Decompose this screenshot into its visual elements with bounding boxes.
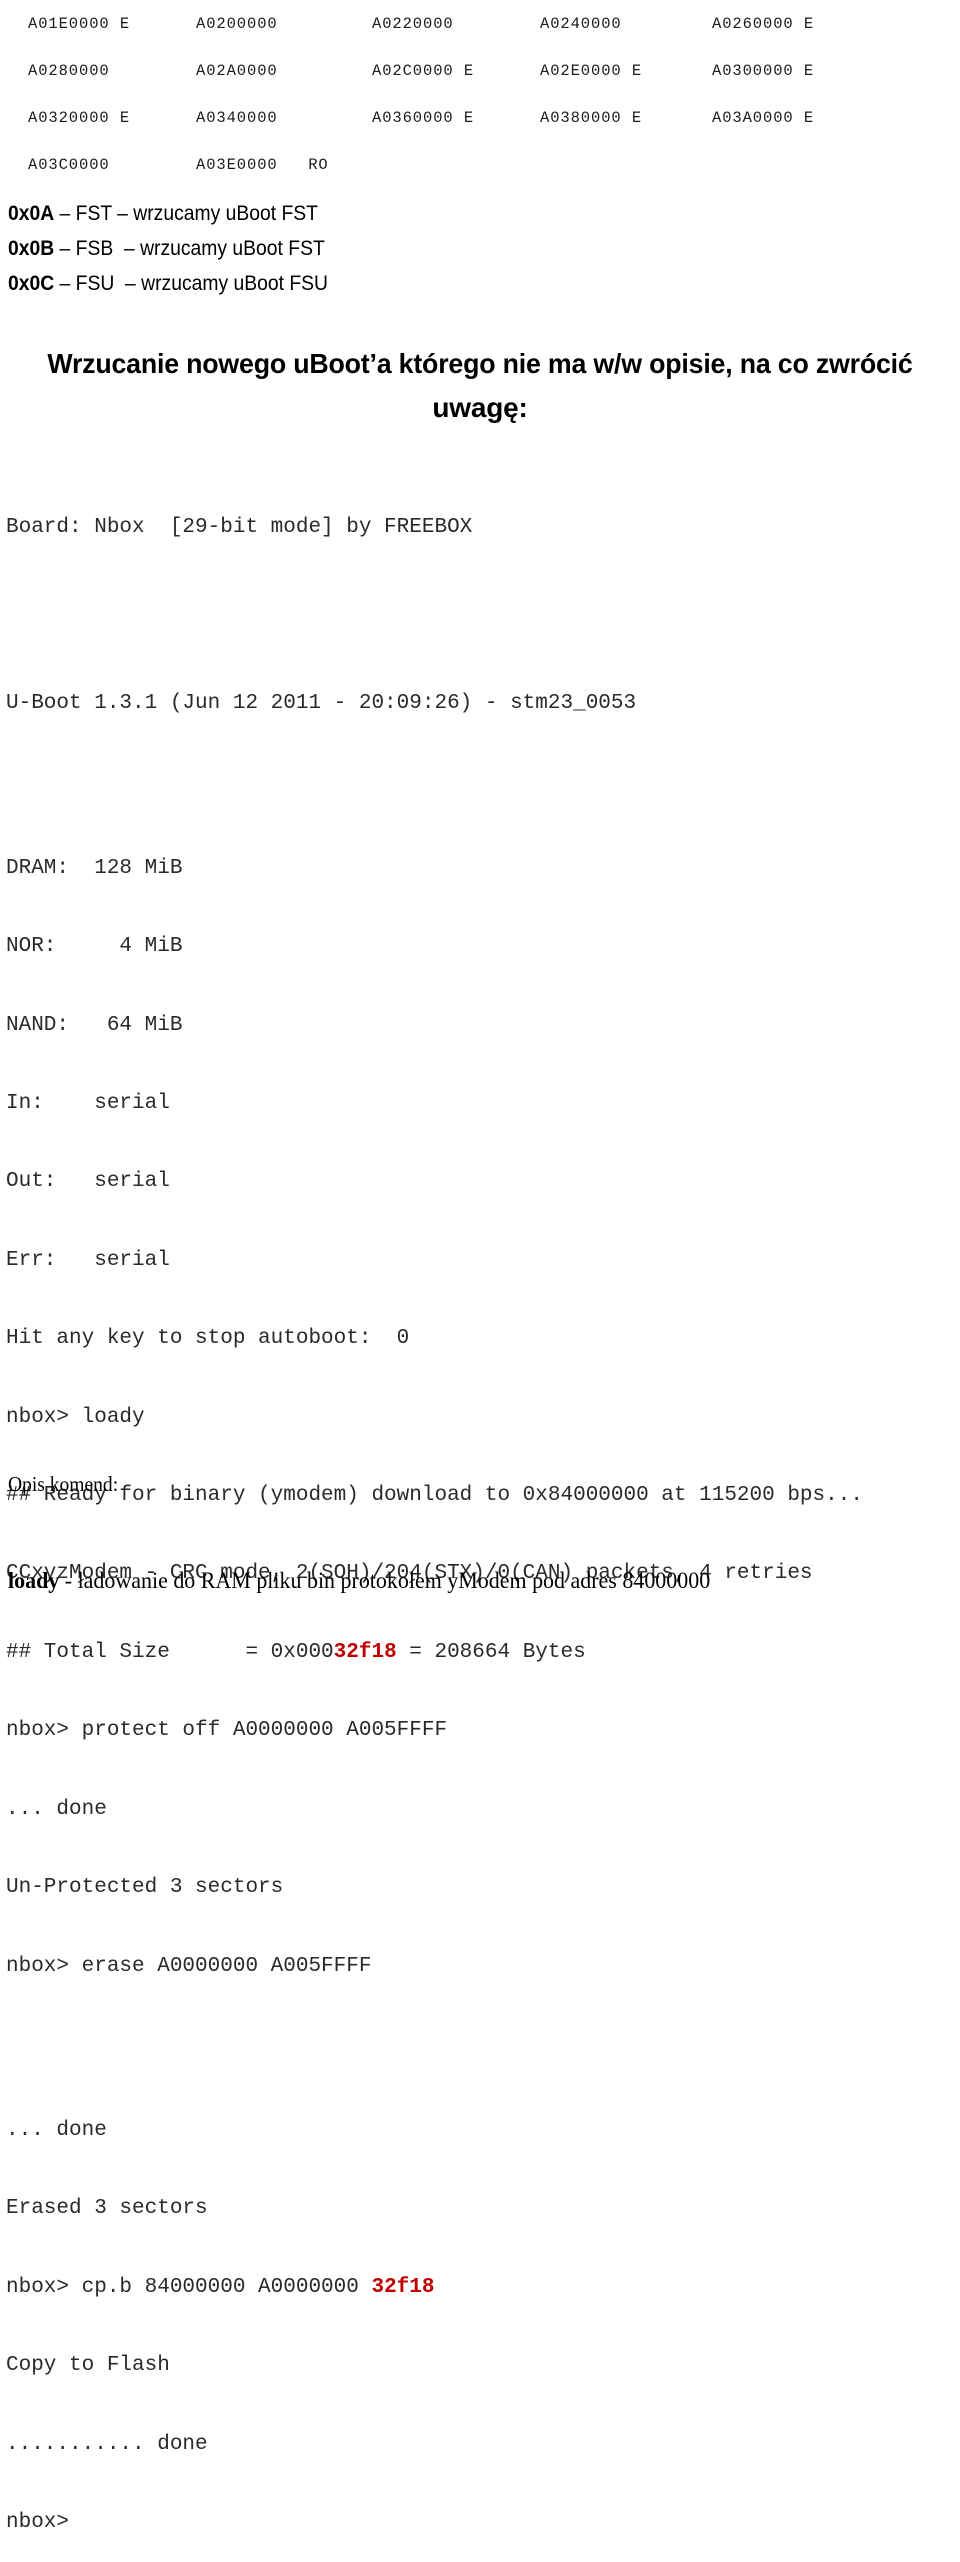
console-line-prompt: nbox> [6, 2510, 70, 2534]
address-cell: A0260000 E [712, 14, 815, 33]
console-line-cmd-erase: nbox> erase A0000000 A005FFFF [6, 1954, 372, 1978]
address-cell: A02C0000 E [372, 61, 475, 80]
console-line-done-2: ... done [6, 2118, 107, 2142]
total-size-highlight: 32f18 [333, 1640, 397, 1664]
command-name: loady [8, 1568, 60, 1593]
address-cell [372, 141, 540, 188]
table-row: A03C0000 A03E0000 RO [0, 141, 960, 188]
address-cell [712, 141, 960, 188]
console-spacer [6, 767, 954, 807]
cpb-size-highlight: 32f18 [371, 2275, 435, 2299]
page-title-line-1: Wrzucanie nowego uBoot’a którego nie ma … [47, 348, 913, 379]
memory-address-table-body: A01E0000 E A0200000 A0220000 A0240000 A0… [0, 0, 960, 188]
address-cell: A02A0000 [196, 61, 278, 80]
console-line-out: Out: serial [6, 1170, 170, 1194]
address-cell: A03C0000 [28, 155, 110, 174]
console-spacer [6, 590, 954, 642]
cpb-prefix: nbox> cp.b 84000000 A0000000 [6, 2275, 372, 2299]
address-cell: A0300000 E [712, 61, 815, 80]
boot-mode-desc: – FSB – wrzucamy uBoot FST [54, 237, 325, 260]
boot-mode-key: 0x0B [8, 237, 55, 260]
console-line-nand: NAND: 64 MiB [6, 1013, 183, 1037]
address-cell: A03A0000 E [712, 108, 815, 127]
command-description-loady: loady - ładowanie do RAM pliku bin proto… [8, 1568, 910, 1594]
notes-title: Opis komend: [8, 1472, 119, 1496]
boot-mode-desc: – FST – wrzucamy uBoot FST [54, 202, 318, 225]
console-line-cmd-loady: nbox> loady [6, 1405, 145, 1429]
console-spacer [6, 2029, 954, 2069]
list-item: 0x0A – FST – wrzucamy uBoot FST [8, 196, 560, 231]
address-cell: A0380000 E [540, 108, 643, 127]
boot-mode-list: 0x0A – FST – wrzucamy uBoot FST 0x0B – F… [8, 196, 608, 301]
console-line-done-3: ........... done [6, 2432, 208, 2456]
address-cell: A0360000 E [372, 108, 475, 127]
address-cell: A02E0000 E [540, 61, 643, 80]
address-cell: A0200000 [196, 14, 278, 33]
console-line-total-size: ## Total Size = 0x00032f18 = 208664 Byte… [6, 1637, 954, 1669]
console-line-copy-to-flash: Copy to Flash [6, 2354, 170, 2378]
total-size-prefix: ## Total Size = 0x000 [6, 1640, 334, 1664]
address-cell: A03E0000 RO [196, 155, 329, 174]
command-description-text: - ładowanie do RAM pliku bin protokołem … [59, 1568, 711, 1593]
page-title-line-2: uwagę: [432, 392, 528, 423]
console-line-in: In: serial [6, 1092, 170, 1116]
address-cell: A01E0000 E [28, 14, 131, 33]
list-item: 0x0B – FSB – wrzucamy uBoot FST [8, 231, 560, 266]
address-cell: A0240000 [540, 14, 622, 33]
boot-mode-key: 0x0C [8, 272, 55, 295]
console-line-dram: DRAM: 128 MiB [6, 856, 183, 880]
console-line-board: Board: Nbox [29-bit mode] by FREEBOX [6, 516, 473, 539]
console-line-cmd-cpb: nbox> cp.b 84000000 A0000000 32f18 [6, 2272, 954, 2304]
boot-mode-key: 0x0A [8, 202, 55, 225]
table-row: A0280000 A02A0000 A02C0000 E A02E0000 E … [0, 47, 960, 94]
address-cell [540, 141, 712, 188]
table-row: A01E0000 E A0200000 A0220000 A0240000 A0… [0, 0, 960, 47]
total-size-suffix: = 208664 Bytes [396, 1640, 586, 1664]
page-title: Wrzucanie nowego uBoot’a którego nie ma … [8, 342, 952, 430]
list-item: 0x0C – FSU – wrzucamy uBoot FSU [8, 266, 560, 301]
console-line-ready: ## Ready for binary (ymodem) download to… [6, 1484, 863, 1508]
address-cell: A0320000 E [28, 108, 131, 127]
console-line-uboot-version: U-Boot 1.3.1 (Jun 12 2011 - 20:09:26) - … [6, 692, 637, 716]
console-line-err: Err: serial [6, 1248, 170, 1272]
console-line-done-1: ... done [6, 1797, 107, 1821]
console-output: Board: Nbox [29-bit mode] by FREEBOX U-B… [6, 466, 954, 2562]
memory-address-table: A01E0000 E A0200000 A0220000 A0240000 A0… [0, 0, 960, 188]
boot-mode-desc: – FSU – wrzucamy uBoot FSU [54, 272, 328, 295]
address-cell: A0340000 [196, 108, 278, 127]
console-line-cmd-protect: nbox> protect off A0000000 A005FFFF [6, 1719, 448, 1743]
table-row: A0320000 E A0340000 A0360000 E A0380000 … [0, 94, 960, 141]
console-line-nor: NOR: 4 MiB [6, 935, 183, 959]
address-cell: A0280000 [28, 61, 110, 80]
console-line-autoboot: Hit any key to stop autoboot: 0 [6, 1327, 410, 1351]
console-line-unprotected: Un-Protected 3 sectors [6, 1876, 284, 1900]
address-cell: A0220000 [372, 14, 454, 33]
console-line-erased: Erased 3 sectors [6, 2197, 208, 2221]
